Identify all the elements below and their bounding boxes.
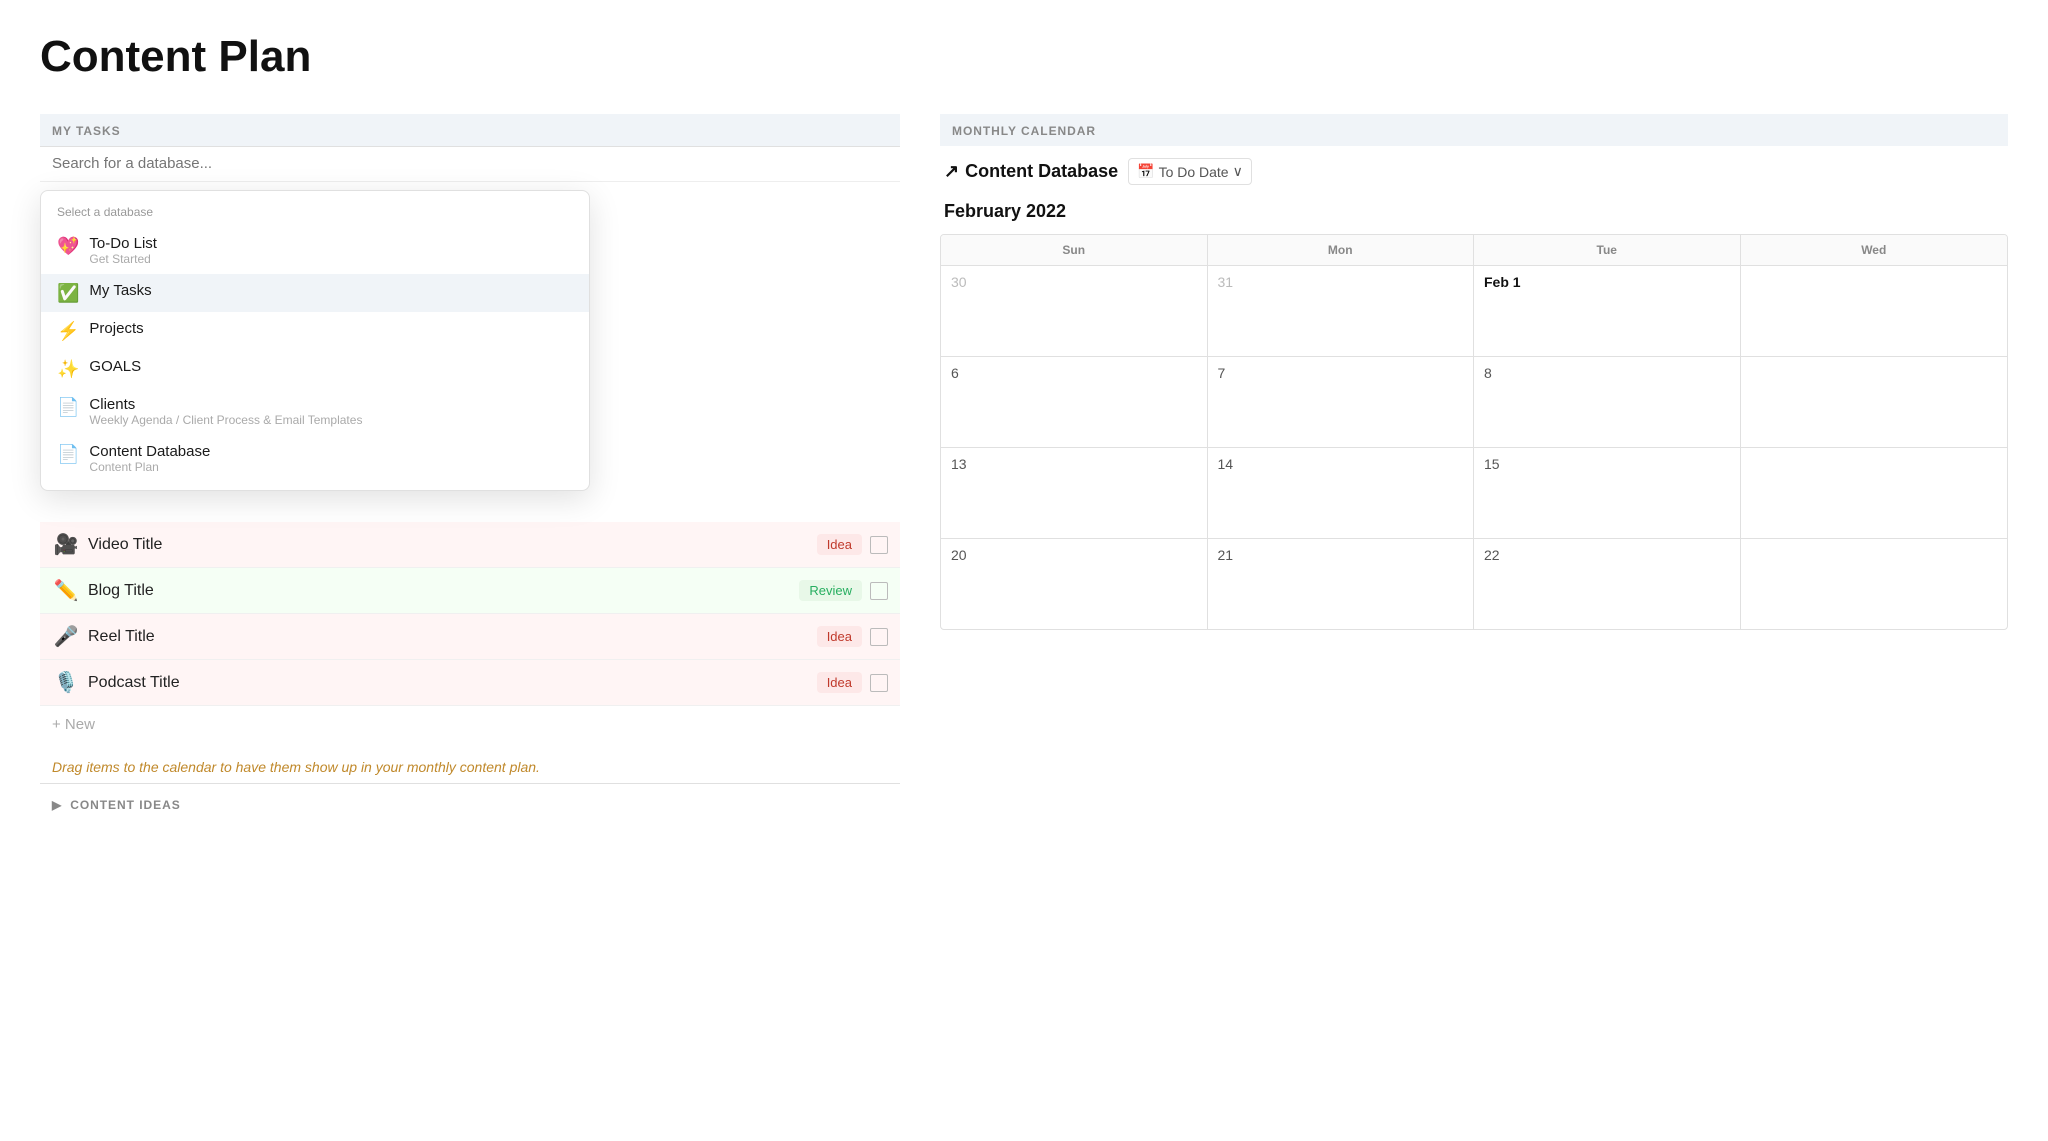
calendar-title-row: ↗ Content Database 📅 To Do Date ∨ — [940, 158, 2008, 185]
filter-chevron: ∨ — [1233, 163, 1243, 180]
content-ideas-label: CONTENT IDEAS — [70, 798, 180, 812]
cell-20: 20 — [941, 539, 1208, 629]
cell-8: 8 — [1474, 357, 1741, 447]
cell-7: 7 — [1208, 357, 1475, 447]
cal-week-1: 30 31 Feb 1 — [941, 266, 2007, 357]
video-badge: Idea — [817, 534, 862, 555]
dropdown-item-clients[interactable]: 📄 Clients Weekly Agenda / Client Process… — [41, 388, 589, 435]
col-wed: Wed — [1741, 235, 2008, 265]
content-ideas-header[interactable]: ▶ CONTENT IDEAS — [40, 783, 900, 826]
calendar-filter[interactable]: 📅 To Do Date ∨ — [1128, 158, 1252, 185]
calendar-db-link[interactable]: ↗ Content Database — [944, 161, 1118, 182]
search-input[interactable] — [52, 155, 888, 172]
cell-22: 22 — [1474, 539, 1741, 629]
mytasks-title: My Tasks — [89, 282, 151, 299]
calendar-days-header: Sun Mon Tue Wed — [941, 235, 2007, 266]
todo-title: To-Do List — [89, 235, 157, 252]
goals-icon: ✨ — [57, 359, 79, 380]
cell-feb1: Feb 1 — [1474, 266, 1741, 356]
contentdb-icon: 📄 — [57, 444, 79, 465]
cell-w4-4 — [1741, 539, 2008, 629]
filter-icon: 📅 — [1137, 163, 1154, 180]
clients-title: Clients — [89, 396, 362, 413]
search-input-wrapper — [40, 147, 900, 182]
calendar-month: February 2022 — [940, 201, 2008, 222]
blog-checkbox[interactable] — [870, 582, 888, 600]
filter-label: To Do Date — [1159, 164, 1229, 180]
cell-14: 14 — [1208, 448, 1475, 538]
podcast-checkbox[interactable] — [870, 674, 888, 692]
cell-30: 30 — [941, 266, 1208, 356]
new-row[interactable]: + New — [40, 706, 900, 743]
cell-15: 15 — [1474, 448, 1741, 538]
dropdown-item-todo[interactable]: 💖 To-Do List Get Started — [41, 227, 589, 274]
clients-icon: 📄 — [57, 397, 79, 418]
db-link-arrow: ↗ — [944, 161, 959, 182]
goals-title: GOALS — [89, 358, 141, 375]
reel-badge: Idea — [817, 626, 862, 647]
my-tasks-section-header: MY TASKS — [40, 114, 900, 147]
mytasks-icon: ✅ — [57, 283, 79, 304]
database-dropdown: Select a database 💖 To-Do List Get Start… — [40, 190, 590, 491]
cell-w2-4 — [1741, 357, 2008, 447]
left-panel: MY TASKS Select a database 💖 To-Do List … — [40, 114, 900, 826]
dropdown-item-projects[interactable]: ⚡ Projects — [41, 312, 589, 350]
podcast-icon: 🎙️ — [52, 670, 80, 695]
content-ideas-chevron: ▶ — [52, 798, 62, 812]
podcast-title: Podcast Title — [88, 674, 809, 692]
cell-31: 31 — [1208, 266, 1475, 356]
cal-week-4: 20 21 22 — [941, 539, 2007, 629]
dropdown-item-goals[interactable]: ✨ GOALS — [41, 350, 589, 388]
task-row-video: 🎥 Video Title Idea — [40, 522, 900, 568]
contentdb-title: Content Database — [89, 443, 210, 460]
calendar-grid: Sun Mon Tue Wed 30 31 Feb 1 6 7 8 — [940, 234, 2008, 630]
drag-hint: Drag items to the calendar to have them … — [40, 743, 900, 783]
dropdown-item-mytasks[interactable]: ✅ My Tasks — [41, 274, 589, 312]
cal-week-2: 6 7 8 — [941, 357, 2007, 448]
projects-title: Projects — [89, 320, 143, 337]
col-tue: Tue — [1474, 235, 1741, 265]
task-row-blog: ✏️ Blog Title Review — [40, 568, 900, 614]
dropdown-label: Select a database — [41, 199, 589, 227]
col-mon: Mon — [1208, 235, 1475, 265]
cell-w1-4 — [1741, 266, 2008, 356]
cell-6: 6 — [941, 357, 1208, 447]
projects-icon: ⚡ — [57, 321, 79, 342]
page-title: Content Plan — [40, 32, 2008, 82]
task-row-podcast: 🎙️ Podcast Title Idea — [40, 660, 900, 706]
cell-13: 13 — [941, 448, 1208, 538]
blog-title: Blog Title — [88, 582, 791, 600]
col-sun: Sun — [941, 235, 1208, 265]
calendar-section-header: MONTHLY CALENDAR — [940, 114, 2008, 146]
video-checkbox[interactable] — [870, 536, 888, 554]
blog-icon: ✏️ — [52, 578, 80, 603]
main-layout: MY TASKS Select a database 💖 To-Do List … — [40, 114, 2008, 826]
contentdb-sub: Content Plan — [89, 460, 210, 474]
podcast-badge: Idea — [817, 672, 862, 693]
blog-badge: Review — [799, 580, 862, 601]
cell-21: 21 — [1208, 539, 1475, 629]
cal-week-3: 13 14 15 — [941, 448, 2007, 539]
video-icon: 🎥 — [52, 532, 80, 557]
cell-w3-4 — [1741, 448, 2008, 538]
right-panel: MONTHLY CALENDAR ↗ Content Database 📅 To… — [940, 114, 2008, 630]
video-title: Video Title — [88, 536, 809, 554]
task-row-reel: 🎤 Reel Title Idea — [40, 614, 900, 660]
dropdown-item-contentdb[interactable]: 📄 Content Database Content Plan — [41, 435, 589, 482]
new-label: + New — [52, 716, 95, 733]
todo-sub: Get Started — [89, 252, 157, 266]
db-link-label: Content Database — [965, 161, 1118, 182]
reel-title: Reel Title — [88, 628, 809, 646]
clients-sub: Weekly Agenda / Client Process & Email T… — [89, 413, 362, 427]
reel-checkbox[interactable] — [870, 628, 888, 646]
reel-icon: 🎤 — [52, 624, 80, 649]
todo-icon: 💖 — [57, 236, 79, 257]
calendar-weeks: 30 31 Feb 1 6 7 8 13 14 15 — [941, 266, 2007, 629]
